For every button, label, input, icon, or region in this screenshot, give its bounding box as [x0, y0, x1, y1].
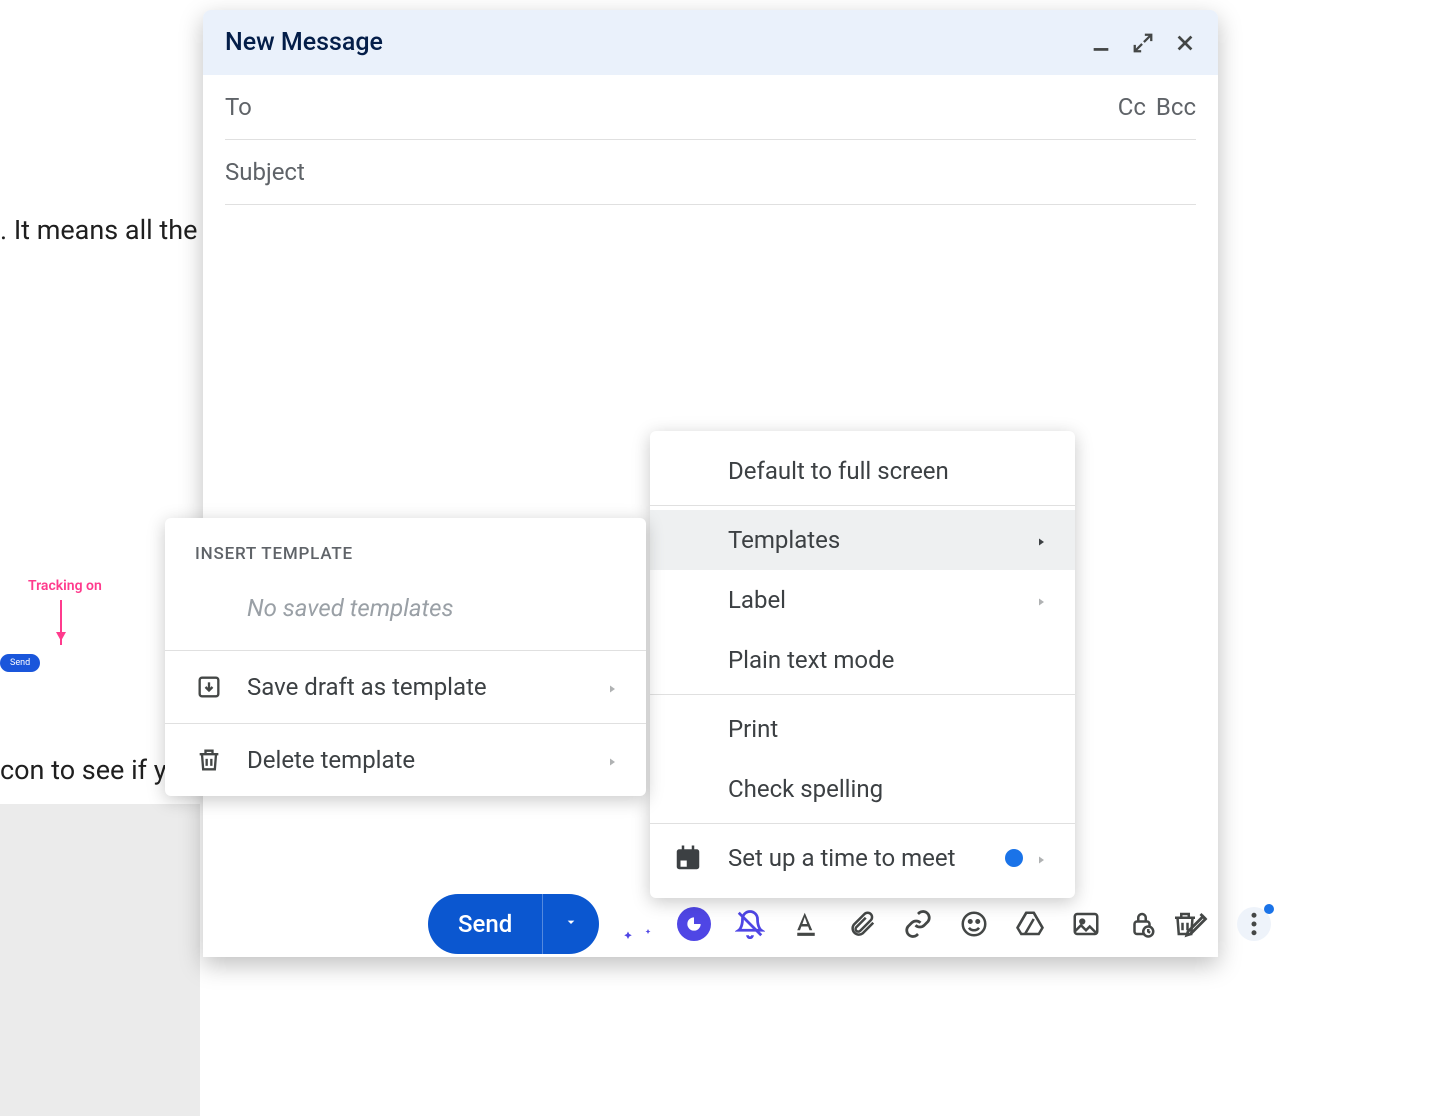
to-label: To — [225, 93, 252, 121]
bg-dimmed-screenshot — [0, 804, 200, 1116]
menu-default-full-screen[interactable]: Default to full screen — [650, 441, 1075, 501]
menu-check-spelling[interactable]: Check spelling — [650, 759, 1075, 819]
compose-title: New Message — [225, 28, 383, 57]
trash-icon — [195, 746, 223, 774]
text-format-icon[interactable] — [789, 907, 823, 941]
menu-print-label: Print — [728, 715, 778, 743]
menu-save-draft-as-template[interactable]: Save draft as template — [165, 651, 646, 723]
templates-submenu: INSERT TEMPLATE No saved templates Save … — [165, 518, 646, 796]
extension-sparkle-icon[interactable] — [621, 907, 655, 941]
menu-plain-text[interactable]: Plain text mode — [650, 630, 1075, 690]
cc-button[interactable]: Cc — [1118, 93, 1146, 121]
bcc-button[interactable]: Bcc — [1156, 93, 1196, 121]
fullscreen-icon[interactable] — [1132, 32, 1154, 54]
extension-bell-off-icon[interactable] — [733, 907, 767, 941]
calendar-icon — [672, 842, 704, 874]
minimize-icon[interactable] — [1090, 32, 1112, 54]
menu-templates[interactable]: Templates — [650, 510, 1075, 570]
menu-templates-label: Templates — [728, 526, 840, 554]
submenu-arrow-icon — [1035, 586, 1047, 614]
menu-separator — [650, 823, 1075, 824]
submenu-arrow-icon — [606, 746, 618, 774]
close-icon[interactable] — [1174, 32, 1196, 54]
menu-plain-text-label: Plain text mode — [728, 646, 894, 674]
insert-emoji-icon[interactable] — [957, 907, 991, 941]
menu-check-spelling-label: Check spelling — [728, 775, 883, 803]
new-feature-dot — [1005, 849, 1023, 867]
send-button[interactable]: Send — [428, 894, 599, 954]
menu-label[interactable]: Label — [650, 570, 1075, 630]
subject-field[interactable]: Subject — [225, 140, 1196, 205]
menu-label-label: Label — [728, 586, 786, 614]
save-icon — [195, 673, 223, 701]
bg-tracking-label: Tracking on — [28, 578, 102, 594]
submenu-arrow-icon — [1035, 844, 1047, 872]
insert-link-icon[interactable] — [901, 907, 935, 941]
menu-delete-template[interactable]: Delete template — [165, 724, 646, 796]
menu-separator — [650, 694, 1075, 695]
send-button-label[interactable]: Send — [428, 910, 542, 938]
confidential-mode-icon[interactable] — [1125, 907, 1159, 941]
extension-tracking-icon[interactable] — [677, 907, 711, 941]
menu-save-draft-label: Save draft as template — [247, 673, 487, 701]
compose-header: New Message — [203, 10, 1218, 75]
templates-header: INSERT TEMPLATE — [165, 528, 646, 580]
menu-delete-template-label: Delete template — [247, 746, 415, 774]
menu-print[interactable]: Print — [650, 699, 1075, 759]
submenu-arrow-icon — [606, 673, 618, 701]
templates-empty-label: No saved templates — [165, 580, 646, 650]
compose-toolbar: Send — [428, 891, 1271, 957]
submenu-arrow-icon — [1035, 526, 1047, 554]
more-options-button[interactable] — [1237, 907, 1271, 941]
insert-photo-icon[interactable] — [1069, 907, 1103, 941]
bg-mini-send-button: Send — [0, 654, 40, 672]
send-more-options-button[interactable] — [543, 914, 599, 934]
attach-file-icon[interactable] — [845, 907, 879, 941]
discard-draft-button[interactable] — [1170, 909, 1200, 939]
more-options-menu: Default to full screen Templates Label P… — [650, 431, 1075, 898]
subject-placeholder: Subject — [225, 158, 305, 186]
menu-separator — [650, 505, 1075, 506]
bg-arrow-annotation — [60, 600, 62, 645]
insert-drive-icon[interactable] — [1013, 907, 1047, 941]
menu-default-full-screen-label: Default to full screen — [728, 457, 949, 485]
menu-set-up-meeting-label: Set up a time to meet — [728, 844, 955, 872]
menu-set-up-meeting[interactable]: Set up a time to meet — [650, 828, 1075, 888]
to-field[interactable]: To Cc Bcc — [225, 75, 1196, 140]
more-options-badge — [1264, 904, 1274, 914]
